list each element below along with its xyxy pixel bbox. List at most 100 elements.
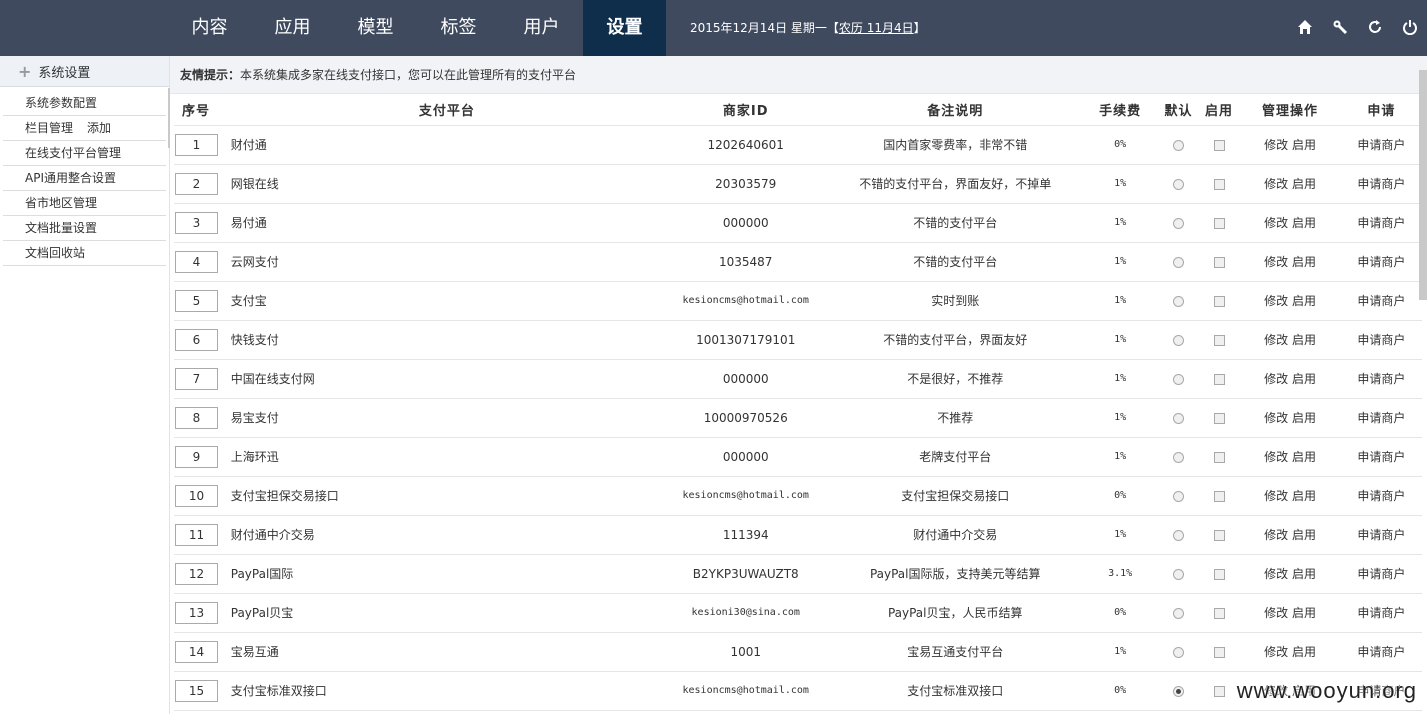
edit-link[interactable]: 修改 (1264, 567, 1288, 581)
nav-tab[interactable]: 内容 (168, 0, 251, 56)
apply-merchant-link[interactable]: 申请商户 (1357, 411, 1405, 425)
apply-merchant-link[interactable]: 申请商户 (1357, 294, 1405, 308)
apply-merchant-link[interactable]: 申请商户 (1357, 333, 1405, 347)
order-input[interactable]: 1 (175, 133, 218, 156)
wrench-icon[interactable] (1331, 16, 1349, 38)
nav-tab[interactable]: 应用 (251, 0, 334, 56)
enable-checkbox[interactable] (1213, 451, 1225, 463)
sidebar-item[interactable]: 文档批量设置 (3, 216, 166, 241)
order-input[interactable]: 9 (175, 445, 218, 468)
apply-merchant-link[interactable]: 申请商户 (1357, 489, 1405, 503)
order-input[interactable]: 5 (175, 289, 218, 312)
default-radio[interactable] (1172, 217, 1184, 229)
apply-merchant-link[interactable]: 申请商户 (1357, 216, 1405, 230)
apply-merchant-link[interactable]: 申请商户 (1357, 645, 1405, 659)
order-input[interactable]: 13 (175, 601, 218, 624)
nav-tab[interactable]: 模型 (334, 0, 417, 56)
power-icon[interactable] (1401, 16, 1419, 38)
default-radio[interactable] (1172, 529, 1184, 541)
edit-link[interactable]: 修改 (1264, 138, 1288, 152)
apply-merchant-link[interactable]: 申请商户 (1357, 255, 1405, 269)
enable-link[interactable]: 启用 (1292, 138, 1316, 152)
order-input[interactable]: 6 (175, 328, 218, 351)
sidebar-item[interactable]: 系统参数配置 (3, 91, 166, 116)
default-radio[interactable] (1172, 178, 1184, 190)
edit-link[interactable]: 修改 (1264, 411, 1288, 425)
order-input[interactable]: 7 (175, 367, 218, 390)
apply-merchant-link[interactable]: 申请商户 (1357, 528, 1405, 542)
sidebar-item[interactable]: 栏目管理 添加 (3, 116, 166, 141)
sidebar-item[interactable]: API通用整合设置 (3, 166, 166, 191)
order-input[interactable]: 12 (175, 562, 218, 585)
sidebar-add-link[interactable]: 添加 (87, 121, 111, 135)
enable-checkbox[interactable] (1213, 607, 1225, 619)
order-input[interactable]: 11 (175, 523, 218, 546)
order-input[interactable]: 2 (175, 172, 218, 195)
apply-merchant-link[interactable]: 申请商户 (1357, 567, 1405, 581)
home-icon[interactable] (1296, 16, 1314, 38)
enable-checkbox[interactable] (1213, 256, 1225, 268)
edit-link[interactable]: 修改 (1264, 528, 1288, 542)
enable-checkbox[interactable] (1213, 646, 1225, 658)
enable-checkbox[interactable] (1213, 685, 1225, 697)
refresh-icon[interactable] (1366, 16, 1384, 38)
enable-checkbox[interactable] (1213, 139, 1225, 151)
default-radio[interactable] (1172, 568, 1184, 580)
order-input[interactable]: 4 (175, 250, 218, 273)
apply-merchant-link[interactable]: 申请商户 (1357, 372, 1405, 386)
nav-tab[interactable]: 设置 (583, 0, 666, 56)
default-radio[interactable] (1172, 373, 1184, 385)
default-radio[interactable] (1172, 646, 1184, 658)
nav-tab[interactable]: 用户 (500, 0, 583, 56)
enable-link[interactable]: 启用 (1292, 606, 1316, 620)
lunar-date-link[interactable]: 农历 11月4日 (839, 21, 914, 35)
edit-link[interactable]: 修改 (1264, 333, 1288, 347)
edit-link[interactable]: 修改 (1264, 450, 1288, 464)
edit-link[interactable]: 修改 (1264, 372, 1288, 386)
sidebar-header[interactable]: + 系统设置 (0, 56, 169, 87)
enable-checkbox[interactable] (1213, 334, 1225, 346)
default-radio[interactable] (1172, 334, 1184, 346)
enable-link[interactable]: 启用 (1292, 177, 1316, 191)
enable-link[interactable]: 启用 (1292, 450, 1316, 464)
enable-link[interactable]: 启用 (1292, 294, 1316, 308)
enable-link[interactable]: 启用 (1292, 333, 1316, 347)
sidebar-item[interactable]: 省市地区管理 (3, 191, 166, 216)
enable-link[interactable]: 启用 (1292, 372, 1316, 386)
edit-link[interactable]: 修改 (1264, 177, 1288, 191)
enable-checkbox[interactable] (1213, 490, 1225, 502)
edit-link[interactable]: 修改 (1264, 255, 1288, 269)
default-radio[interactable] (1172, 295, 1184, 307)
nav-tab[interactable]: 标签 (417, 0, 500, 56)
enable-link[interactable]: 启用 (1292, 528, 1316, 542)
order-input[interactable]: 10 (175, 484, 218, 507)
default-radio[interactable] (1172, 490, 1184, 502)
enable-checkbox[interactable] (1213, 178, 1225, 190)
default-radio[interactable] (1172, 607, 1184, 619)
enable-checkbox[interactable] (1213, 412, 1225, 424)
default-radio[interactable] (1172, 451, 1184, 463)
enable-checkbox[interactable] (1213, 373, 1225, 385)
order-input[interactable]: 14 (175, 640, 218, 663)
edit-link[interactable]: 修改 (1264, 645, 1288, 659)
apply-merchant-link[interactable]: 申请商户 (1357, 606, 1405, 620)
sidebar-item[interactable]: 文档回收站 (3, 241, 166, 266)
enable-link[interactable]: 启用 (1292, 567, 1316, 581)
order-input[interactable]: 8 (175, 406, 218, 429)
enable-checkbox[interactable] (1213, 529, 1225, 541)
default-radio[interactable] (1172, 256, 1184, 268)
enable-link[interactable]: 启用 (1292, 216, 1316, 230)
enable-checkbox[interactable] (1213, 217, 1225, 229)
edit-link[interactable]: 修改 (1264, 216, 1288, 230)
default-radio[interactable] (1172, 412, 1184, 424)
enable-checkbox[interactable] (1213, 568, 1225, 580)
default-radio[interactable] (1172, 139, 1184, 151)
enable-link[interactable]: 启用 (1292, 255, 1316, 269)
sidebar-item[interactable]: 在线支付平台管理 (3, 141, 166, 166)
apply-merchant-link[interactable]: 申请商户 (1357, 450, 1405, 464)
edit-link[interactable]: 修改 (1264, 606, 1288, 620)
enable-link[interactable]: 启用 (1292, 411, 1316, 425)
apply-merchant-link[interactable]: 申请商户 (1357, 177, 1405, 191)
default-radio[interactable] (1172, 685, 1184, 697)
apply-merchant-link[interactable]: 申请商户 (1357, 138, 1405, 152)
